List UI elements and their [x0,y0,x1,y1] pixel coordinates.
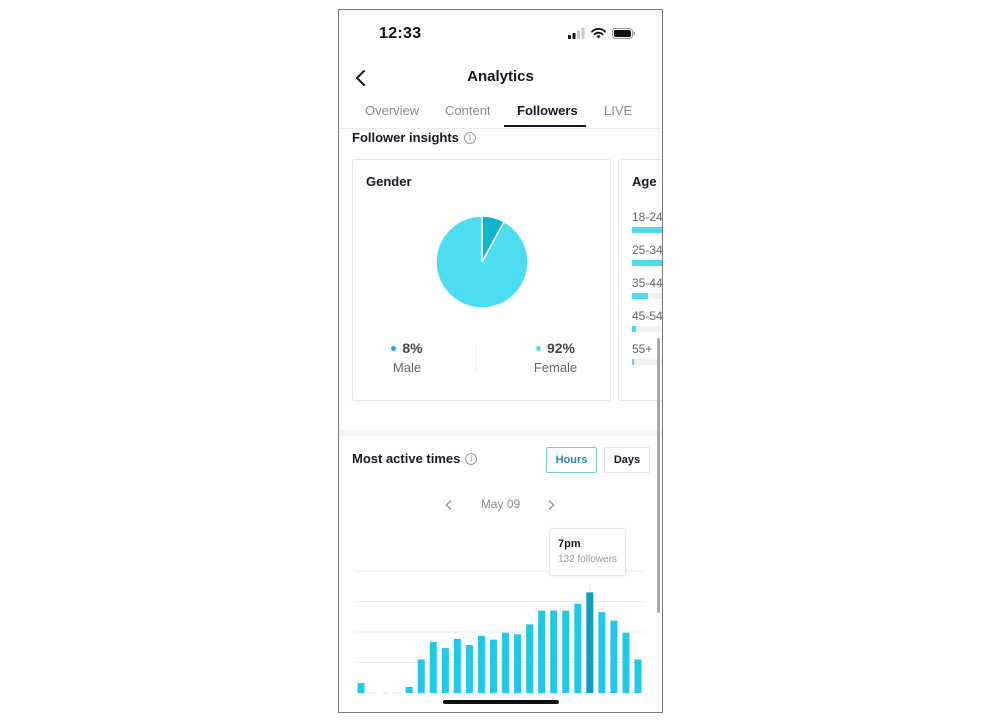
most-active-title: Most active times [352,451,461,466]
status-time: 12:33 [379,25,422,42]
tab-content[interactable]: Content [445,103,491,118]
male-percent: 8% [402,340,423,356]
bar-5am[interactable] [417,659,425,693]
gender-title: Gender [366,174,412,189]
bar-11pm[interactable] [634,659,642,693]
date-navigator: May 09 [339,497,662,515]
phone-screen: 12:33 Analytics Overview Content Followe… [338,9,663,713]
age-label: 18-24 [632,210,663,224]
follower-insights-heading: Follower insights i [352,130,476,145]
age-bar [632,359,634,365]
hours-toggle[interactable]: Hours [546,447,597,473]
chevron-right-icon[interactable] [545,499,557,511]
age-bar [632,227,662,233]
age-row: 25-34 [632,243,663,266]
bar-3pm[interactable] [538,610,546,693]
bar-4pm[interactable] [550,610,558,693]
section-divider [339,430,662,436]
bar-8pm[interactable] [598,612,606,693]
home-indicator[interactable] [443,700,559,704]
age-row: 35-44 [632,276,663,299]
age-label: 25-34 [632,243,663,257]
bar-4am[interactable] [405,686,413,693]
bar-10pm[interactable] [622,632,630,693]
tab-followers[interactable]: Followers [517,103,578,118]
follower-insights-title: Follower insights [352,130,459,145]
age-bar [632,293,649,299]
info-icon[interactable]: i [465,452,478,465]
gender-card: Gender 8% Male 92% Female [352,159,611,401]
bar-1pm[interactable] [514,634,522,693]
signal-icon [568,28,585,39]
pie-slice-female [435,215,529,309]
days-toggle[interactable]: Days [604,447,650,473]
battery-icon [612,28,635,39]
age-title: Age [632,174,657,189]
tooltip-time: 7pm [558,538,581,550]
bar-12am[interactable] [357,683,365,693]
bar-10am[interactable] [477,635,485,693]
legend-female: 92% Female [518,340,593,375]
gender-pie-chart [435,215,529,309]
page-title: Analytics [467,68,534,85]
male-label: Male [392,360,422,375]
bar-11am[interactable] [489,639,497,693]
bar-7pm[interactable] [586,592,594,693]
age-bar [632,326,636,332]
info-icon[interactable]: i [463,131,476,144]
female-percent: 92% [546,340,576,356]
bar-9pm[interactable] [610,620,618,693]
tooltip-value: 132 followers [558,554,617,565]
nav-bar: Analytics [339,62,662,94]
status-bar: 12:33 [339,10,662,58]
legend-divider [476,345,477,373]
bar-12pm[interactable] [502,632,510,693]
age-row: 45-54 [632,309,663,332]
chart-tooltip: 7pm 132 followers [549,528,626,576]
bar-8am[interactable] [453,638,461,693]
bar-7am[interactable] [441,648,449,693]
wifi-icon [591,28,606,39]
age-label: 35-44 [632,276,663,290]
scrollbar[interactable] [657,338,660,613]
date-label: May 09 [480,497,521,511]
legend-male: 8% Male [373,340,441,375]
male-dot [391,345,397,351]
bar-6am[interactable] [429,641,437,693]
tab-overview[interactable]: Overview [365,103,419,118]
bar-5pm[interactable] [562,610,570,693]
age-bar [632,260,662,266]
female-dot [535,345,541,351]
female-label: Female [533,360,578,375]
age-row: 18-24 [632,210,663,233]
most-active-heading: Most active times i [352,451,478,466]
bar-2pm[interactable] [526,624,534,693]
age-label: 45-54 [632,309,663,323]
bar-9am[interactable] [465,644,473,693]
active-tab-indicator [504,125,586,127]
tab-live[interactable]: LIVE [604,103,632,118]
bar-6pm[interactable] [574,603,582,693]
tab-bar: Overview Content Followers LIVE [339,100,662,129]
